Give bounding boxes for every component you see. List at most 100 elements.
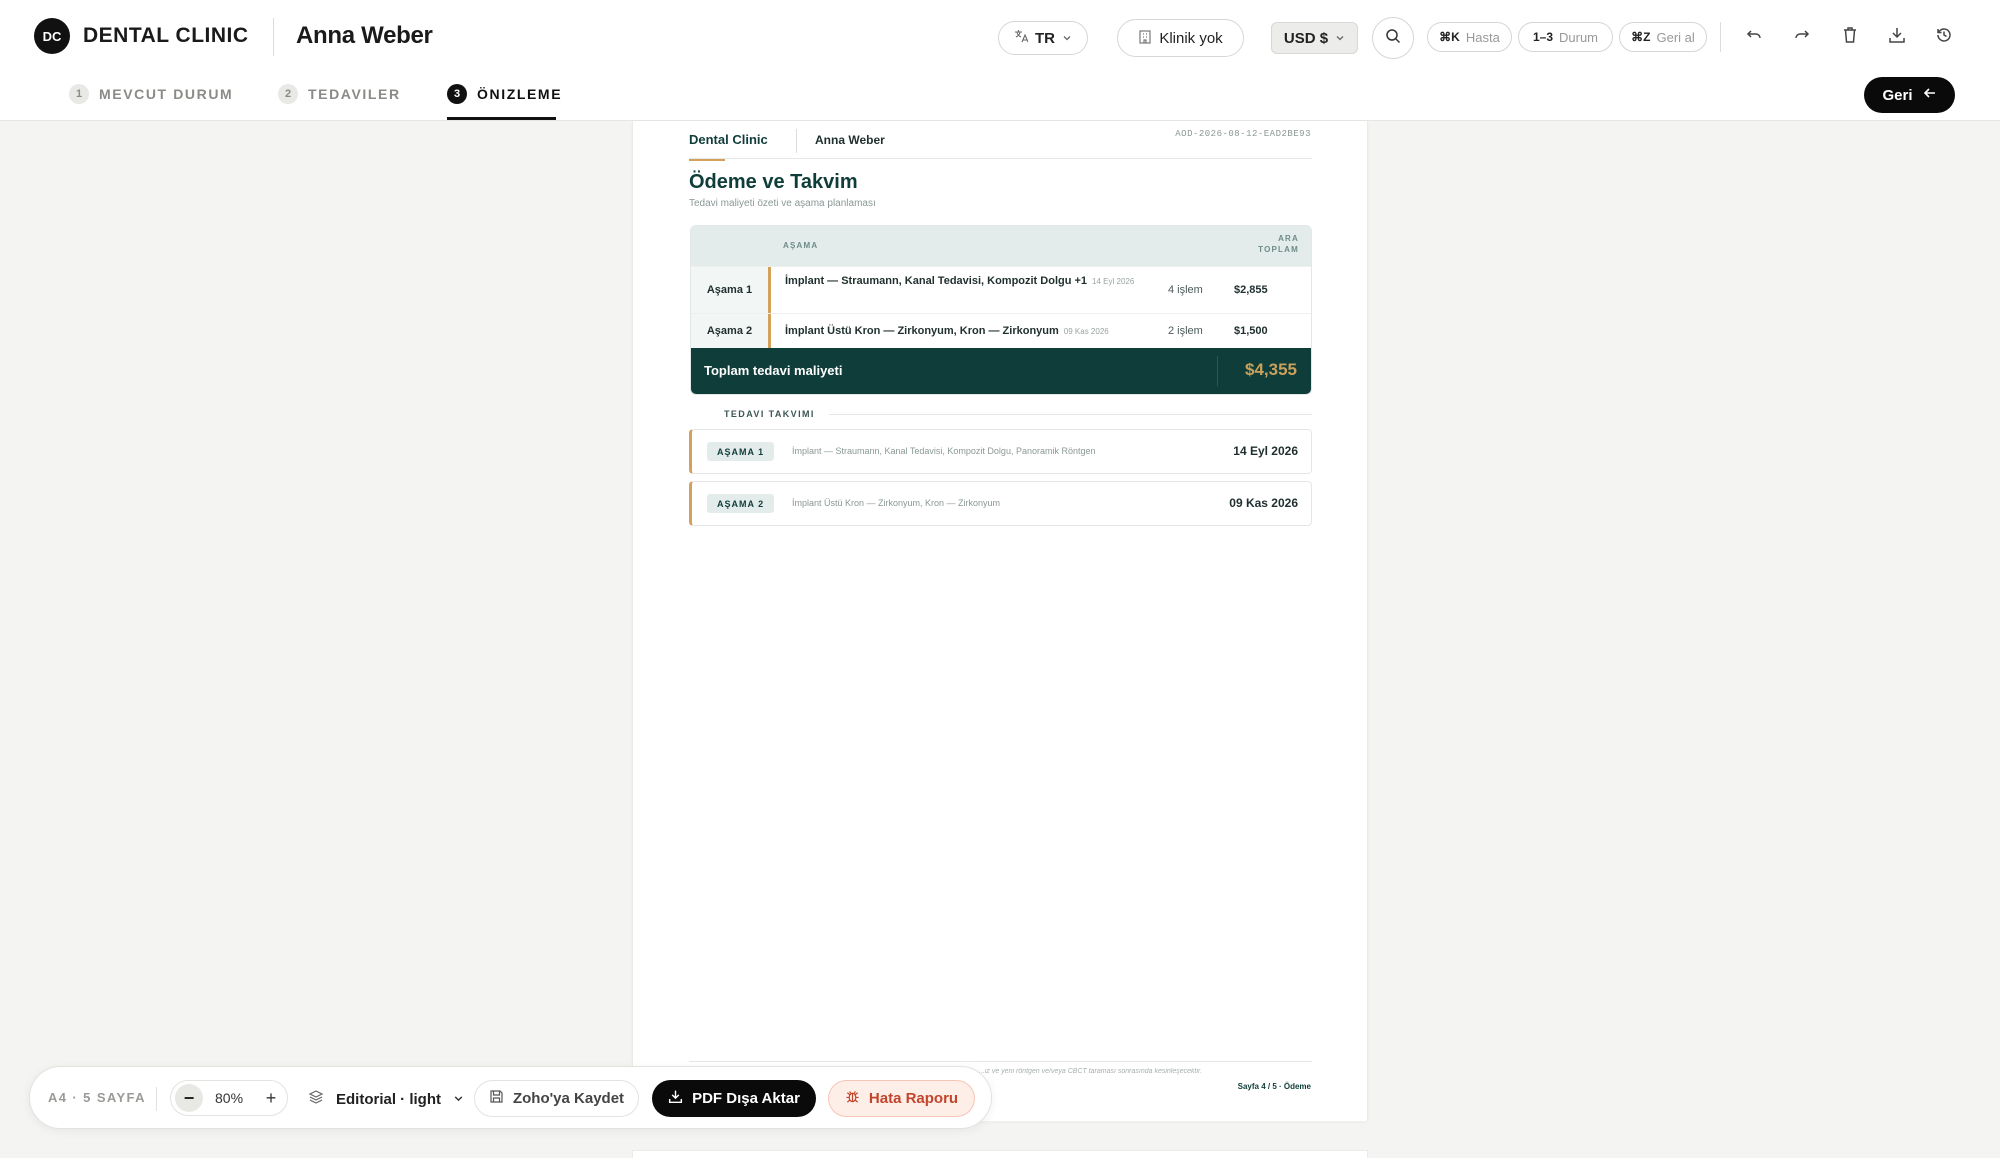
back-button[interactable]: Geri xyxy=(1864,77,1955,113)
next-document-page xyxy=(632,1150,1368,1158)
doc-patient-name: Anna Weber xyxy=(815,133,885,147)
schedule-item: AŞAMA 2 İmplant Üstü Kron — Zirkonyum, K… xyxy=(689,481,1312,526)
shortcut-undo[interactable]: ⌘Z Geri al xyxy=(1619,22,1707,52)
doc-page-number: Sayfa 4 / 5 · Ödeme xyxy=(1237,1082,1311,1091)
shortcut-key: 1–3 xyxy=(1532,30,1553,44)
back-label: Geri xyxy=(1882,86,1913,104)
phase-subtotal: $1,500 xyxy=(1234,325,1268,337)
col-stage-header: AŞAMA xyxy=(783,241,819,250)
undo-button[interactable] xyxy=(1741,24,1767,50)
schedule-item: AŞAMA 1 İmplant — Straumann, Kanal Tedav… xyxy=(689,429,1312,474)
doc-title: Ödeme ve Takvim xyxy=(689,171,858,193)
procedure-count: 4 işlem xyxy=(1168,284,1203,296)
procedures-text: İmplant — Straumann, Kanal Tedavisi, Kom… xyxy=(785,275,1088,287)
procedures-cell: İmplant Üstü Kron — Zirkonyum, Kron — Zi… xyxy=(785,325,1165,338)
col-subtotal-header: ARA TOPLAM xyxy=(1258,233,1299,255)
procedures-text: İmplant Üstü Kron — Zirkonyum, Kron — Zi… xyxy=(785,325,1059,337)
building-icon xyxy=(1138,29,1152,48)
minus-icon: − xyxy=(183,1087,195,1108)
total-divider xyxy=(1217,356,1218,386)
table-row: Aşama 2 İmplant Üstü Kron — Zirkonyum, K… xyxy=(691,313,1311,348)
save-zoho-label: Zoho'ya Kaydet xyxy=(512,1090,625,1107)
step-number: 2 xyxy=(278,84,298,104)
toolbar-divider xyxy=(156,1087,157,1111)
step-label: MEVCUT DURUM xyxy=(99,86,234,102)
clinic-brand: DENTAL CLINIC xyxy=(83,24,249,47)
schedule-rule xyxy=(829,414,1312,415)
cost-table: AŞAMA ARA TOPLAM Aşama 1 İmplant — Strau… xyxy=(690,225,1312,395)
download-icon xyxy=(1888,26,1906,49)
schedule-title: TEDAVI TAKVIMI xyxy=(724,409,815,419)
doc-footer-note: ...iz ve yeni röntgen ve/veya CBCT taram… xyxy=(979,1068,1203,1075)
phase-cell: Aşama 2 xyxy=(691,314,771,348)
download-button[interactable] xyxy=(1884,24,1910,50)
currency-selector[interactable]: USD $ xyxy=(1271,22,1358,54)
step-number: 1 xyxy=(69,84,89,104)
patient-name: Anna Weber xyxy=(296,22,433,49)
zoom-out-button[interactable]: − xyxy=(175,1084,203,1112)
total-row: Toplam tedavi maliyeti $4,355 xyxy=(691,348,1311,394)
active-step-indicator xyxy=(447,117,556,120)
phase-date: 09 Kas 2026 xyxy=(1063,327,1109,336)
step-label: ÖNIZLEME xyxy=(477,86,563,102)
theme-selector[interactable]: Editorial · light xyxy=(308,1087,464,1111)
plus-icon: + xyxy=(265,1087,277,1108)
arrow-left-icon xyxy=(1923,86,1937,104)
total-amount: $4,355 xyxy=(1245,360,1297,379)
cost-table-header: AŞAMA ARA TOPLAM xyxy=(691,226,1311,266)
zoom-in-button[interactable]: + xyxy=(257,1084,285,1112)
chevron-down-icon xyxy=(1062,30,1072,47)
schedule-phase-badge: AŞAMA 2 xyxy=(707,494,775,513)
page-format-label: A4 · 5 SAYFA xyxy=(48,1090,146,1105)
chevron-down-icon xyxy=(453,1091,464,1108)
step-current-status[interactable]: 1 MEVCUT DURUM xyxy=(69,83,233,105)
delete-button[interactable] xyxy=(1837,24,1863,50)
step-label: TEDAVILER xyxy=(308,86,401,102)
procedure-count: 2 işlem xyxy=(1168,325,1203,337)
doc-subtitle: Tedavi maliyeti özeti ve aşama planlamas… xyxy=(689,198,876,209)
shortcut-patient[interactable]: ⌘K Hasta xyxy=(1427,22,1512,52)
translate-icon xyxy=(1014,29,1029,47)
currency-label: USD $ xyxy=(1283,29,1329,47)
history-button[interactable] xyxy=(1931,24,1957,50)
shortcut-key: ⌘K xyxy=(1439,30,1460,44)
app-header: DC DENTAL CLINIC Anna Weber TR Klinik yo… xyxy=(0,0,2000,121)
language-selector[interactable]: TR xyxy=(998,21,1088,55)
col-subtotal-line2: TOPLAM xyxy=(1258,245,1299,254)
search-button[interactable] xyxy=(1372,17,1414,59)
schedule-phase-badge: AŞAMA 1 xyxy=(707,442,775,461)
step-treatments[interactable]: 2 TEDAVILER xyxy=(278,83,401,105)
theme-label: Editorial · light xyxy=(336,1090,441,1108)
save-icon xyxy=(489,1089,504,1108)
chevron-down-icon xyxy=(1335,30,1345,47)
doc-id: AOD-2026-08-12-EAD2BE93 xyxy=(1175,129,1311,139)
zoom-control: − 80% + xyxy=(170,1080,288,1116)
language-label: TR xyxy=(1035,29,1055,47)
shortcut-label: Durum xyxy=(1559,29,1599,45)
doc-divider xyxy=(796,129,797,153)
schedule-date: 09 Kas 2026 xyxy=(1229,496,1298,510)
col-subtotal-line1: ARA xyxy=(1278,234,1299,243)
redo-button[interactable] xyxy=(1789,24,1815,50)
export-pdf-button[interactable]: PDF Dışa Aktar xyxy=(652,1080,816,1117)
document-page: Dental Clinic Anna Weber AOD-2026-08-12-… xyxy=(632,121,1368,1121)
doc-brand: Dental Clinic xyxy=(689,132,768,147)
doc-header-rule xyxy=(689,158,1312,159)
shortcut-label: Hasta xyxy=(1465,29,1500,45)
clinic-selector[interactable]: Klinik yok xyxy=(1117,19,1244,57)
shortcut-status[interactable]: 1–3 Durum xyxy=(1518,22,1613,52)
schedule-date: 14 Eyl 2026 xyxy=(1233,444,1298,458)
bug-report-button[interactable]: Hata Raporu xyxy=(828,1080,975,1117)
export-pdf-label: PDF Dışa Aktar xyxy=(692,1090,800,1107)
undo-icon xyxy=(1745,26,1763,49)
search-icon xyxy=(1385,28,1401,49)
phase-subtotal: $2,855 xyxy=(1234,284,1268,296)
schedule-description: İmplant — Straumann, Kanal Tedavisi, Kom… xyxy=(792,446,1096,456)
header-divider xyxy=(273,18,274,56)
save-zoho-button[interactable]: Zoho'ya Kaydet xyxy=(474,1080,639,1117)
phase-date: 14 Eyl 2026 xyxy=(1092,277,1135,286)
total-label: Toplam tedavi maliyeti xyxy=(704,363,843,378)
step-preview[interactable]: 3 ÖNIZLEME xyxy=(447,83,562,105)
preview-toolbar: A4 · 5 SAYFA − 80% + Editorial · light Z… xyxy=(29,1066,992,1129)
step-number: 3 xyxy=(447,84,467,104)
